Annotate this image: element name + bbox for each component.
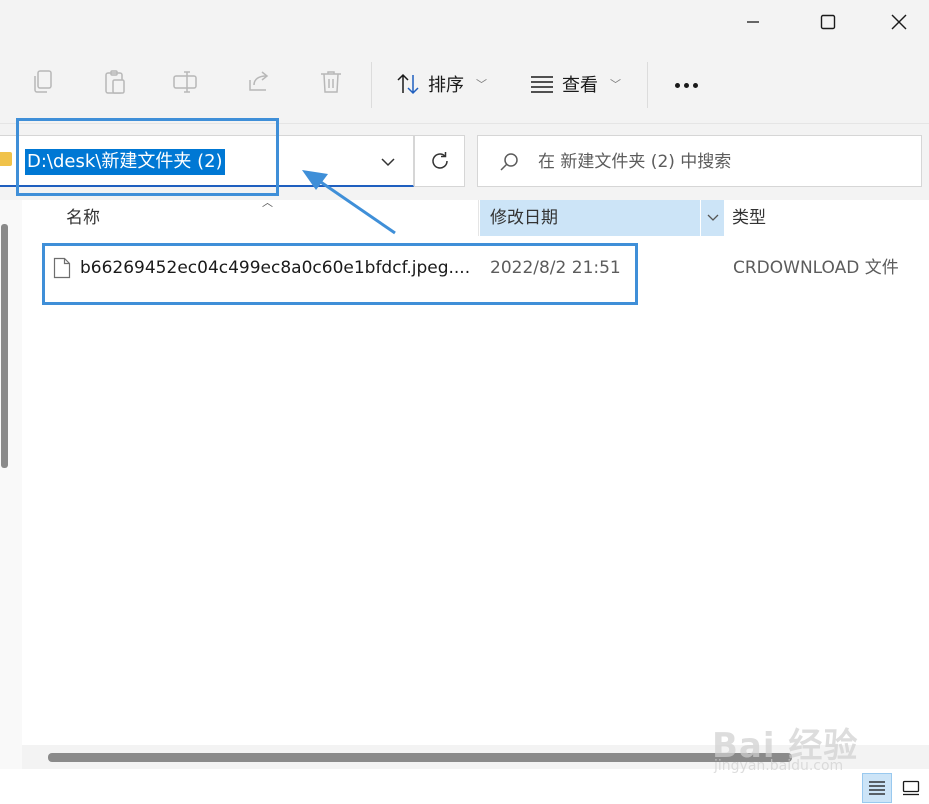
more-dot-icon <box>674 82 680 88</box>
copy-button[interactable] <box>25 64 61 100</box>
trash-icon <box>321 71 341 93</box>
annotation-highlight-address <box>16 118 279 196</box>
paste-button[interactable] <box>97 64 133 100</box>
delete-button[interactable] <box>313 64 349 100</box>
more-dot-icon <box>683 82 689 88</box>
chevron-down-icon: ﹀ <box>610 78 621 91</box>
paste-icon <box>105 70 125 94</box>
minimize-icon <box>747 21 759 23</box>
sort-menu-button[interactable]: 排序 ﹀ <box>396 68 487 100</box>
sort-icon <box>397 73 419 95</box>
command-bar: 排序 ﹀ 查看 ﹀ <box>0 44 929 124</box>
column-header-date[interactable]: 修改日期 <box>480 200 700 236</box>
close-icon <box>891 14 907 30</box>
file-type: CRDOWNLOAD 文件 <box>733 258 899 278</box>
title-bar <box>0 0 929 44</box>
minimize-button[interactable] <box>718 0 788 44</box>
chevron-down-icon: ﹀ <box>476 78 487 91</box>
search-icon <box>500 153 518 171</box>
copy-icon <box>34 70 52 93</box>
refresh-icon <box>431 152 448 169</box>
folder-icon <box>0 152 12 166</box>
close-button[interactable] <box>864 0 929 44</box>
toolbar-divider <box>647 62 648 108</box>
more-dot-icon <box>692 82 698 88</box>
column-header-name[interactable]: 名称 <box>66 200 100 236</box>
column-filter-dropdown[interactable] <box>700 200 724 236</box>
annotation-arrow-icon <box>302 170 396 235</box>
column-header-type[interactable]: 类型 <box>732 200 766 236</box>
maximize-icon <box>820 14 836 30</box>
search-input[interactable]: 在 新建文件夹 (2) 中搜索 <box>477 135 922 187</box>
view-label: 查看 <box>562 75 598 96</box>
column-divider[interactable] <box>478 200 479 236</box>
chevron-down-icon <box>707 214 718 221</box>
rename-button[interactable] <box>168 64 204 100</box>
details-view-icon <box>869 781 885 795</box>
toolbar-divider <box>371 62 372 108</box>
watermark-logo: Bai 经验 jingyan.baidu.com <box>702 700 902 780</box>
search-placeholder: 在 新建文件夹 (2) 中搜索 <box>538 152 732 172</box>
view-menu-button[interactable]: 查看 ﹀ <box>530 68 621 100</box>
rename-icon <box>173 71 197 93</box>
refresh-button[interactable] <box>414 135 465 187</box>
sort-label: 排序 <box>428 75 464 96</box>
sort-ascending-icon: ︿ <box>262 196 273 209</box>
watermark-url: jingyan.baidu.com <box>714 758 844 774</box>
more-options-button[interactable] <box>666 70 706 100</box>
view-list-icon <box>531 76 553 93</box>
tiles-view-icon <box>902 780 920 796</box>
horizontal-scroll-thumb[interactable] <box>48 753 792 762</box>
share-button[interactable] <box>241 64 277 100</box>
share-icon <box>249 71 269 91</box>
maximize-button[interactable] <box>793 0 863 44</box>
navigation-scrollbar[interactable] <box>1 224 8 468</box>
navigation-pane <box>0 200 22 804</box>
annotation-highlight-file <box>42 243 638 305</box>
